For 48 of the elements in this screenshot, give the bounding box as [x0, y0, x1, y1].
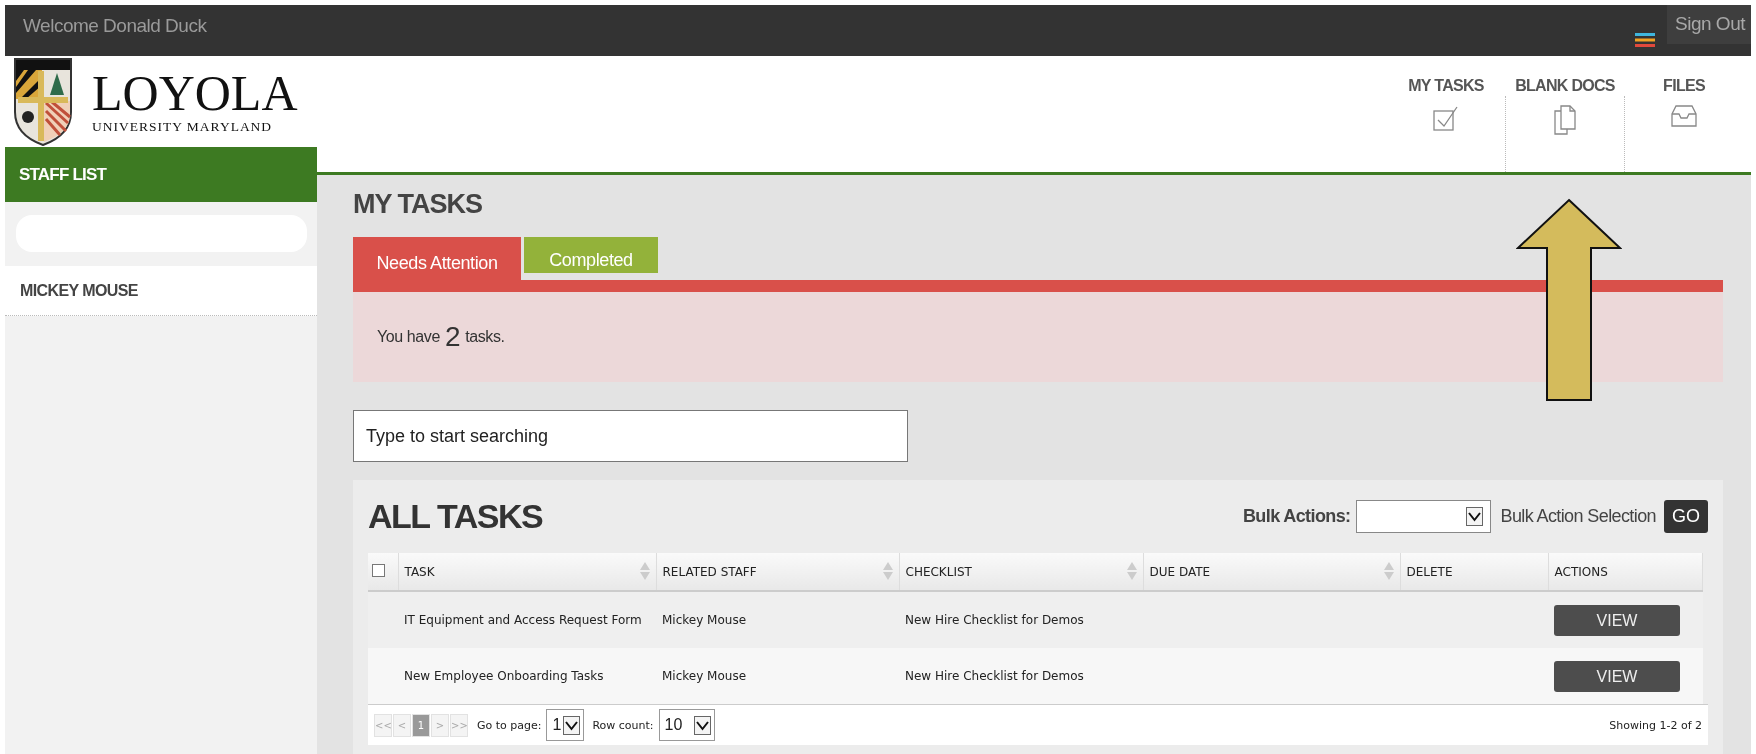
nav-link[interactable]: MY TASKS	[1387, 56, 1505, 172]
caret-icon	[694, 715, 712, 735]
sidebar-title: STAFF LIST	[5, 147, 317, 202]
bulk-actions-dropdown[interactable]	[1356, 500, 1492, 533]
table-cell: New Hire Checklist for Demos	[905, 613, 1084, 627]
sort-icon[interactable]	[639, 561, 650, 581]
checkbox[interactable]	[372, 563, 385, 577]
go-button[interactable]: GO	[1664, 500, 1708, 533]
checkbox-icon	[1433, 105, 1459, 131]
row-count-label: Row count:	[592, 718, 654, 732]
bulk-actions-label: Bulk Actions:	[1242, 506, 1351, 527]
table-cell: IT Equipment and Access Request Form	[404, 613, 642, 627]
search-field[interactable]: Type to start searching	[353, 410, 908, 462]
table-cell: New Hire Checklist for Demos	[905, 669, 1084, 683]
results-summary: Showing 1-2 of 2	[1609, 718, 1702, 732]
menu-icon[interactable]	[1635, 33, 1656, 47]
view-button[interactable]: VIEW	[1554, 660, 1680, 692]
column-header[interactable]: TASK	[404, 564, 435, 579]
column-header[interactable]: CHECKLIST	[905, 564, 972, 579]
column-header[interactable]: RELATED STAFF	[662, 564, 757, 579]
view-button[interactable]: VIEW	[1554, 604, 1680, 636]
logo-wordmark: LOYOLA	[92, 68, 298, 117]
logo-subtitle: UNIVERSITY MARYLAND	[92, 118, 274, 135]
column-header[interactable]: DUE DATE	[1149, 564, 1211, 579]
caret-icon	[563, 715, 581, 735]
tab[interactable]: Needs Attention	[353, 237, 521, 280]
section-title: ALL TASKS	[368, 497, 544, 536]
table-cell: Mickey Mouse	[662, 613, 747, 627]
column-header: DELETE	[1406, 564, 1453, 579]
caret-icon	[1466, 507, 1484, 526]
staff-list-item[interactable]: MICKEY MOUSE	[5, 266, 317, 316]
page-title: MY TASKS	[353, 189, 484, 221]
row-count-select[interactable]: 10	[658, 709, 716, 741]
go-to-page-label: Go to page:	[477, 718, 542, 732]
bulk-action-selection-label: Bulk Action Selection	[1500, 506, 1656, 527]
inbox-tray-icon	[1671, 105, 1697, 127]
nav-link[interactable]: BLANK DOCS	[1506, 56, 1624, 172]
sign-out-button[interactable]: Sign Out	[1667, 5, 1751, 44]
column-header: ACTIONS	[1554, 564, 1608, 579]
documents-icon	[1554, 105, 1576, 135]
nav-link[interactable]: FILES	[1625, 56, 1743, 172]
sort-icon[interactable]	[1383, 561, 1394, 581]
sort-icon[interactable]	[882, 561, 893, 581]
table-cell: Mickey Mouse	[662, 669, 747, 683]
table-cell: New Employee Onboarding Tasks	[404, 669, 604, 683]
page-select[interactable]: 1	[546, 709, 585, 741]
welcome-text: Welcome Donald Duck	[23, 15, 208, 37]
sort-icon[interactable]	[1126, 561, 1137, 581]
